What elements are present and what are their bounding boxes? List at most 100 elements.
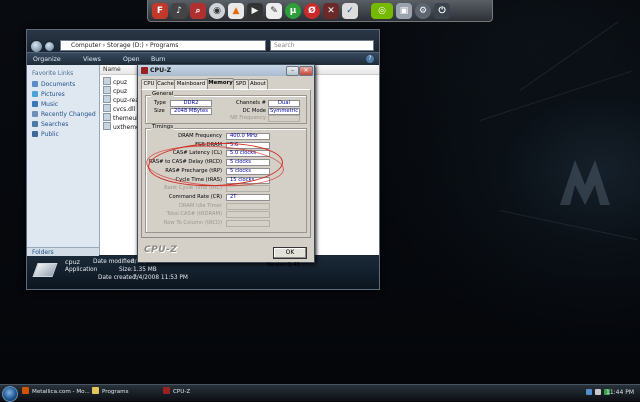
timing-label: DRAM Frequency xyxy=(178,133,222,139)
taskbar: Metallica.com - Mo... Programs CPU-Z 11:… xyxy=(0,384,640,402)
nb-frequency-value xyxy=(268,115,300,122)
nero-icon[interactable]: ▶ xyxy=(247,2,263,19)
taskbar-item-cpuz[interactable]: CPU-Z xyxy=(163,387,190,398)
timing-value: 2T xyxy=(226,193,270,201)
timing-label: FSB:DRAM xyxy=(195,141,222,148)
details-size-value: 1.35 MB xyxy=(133,267,157,273)
gear-icon[interactable]: ⚙ xyxy=(415,2,431,19)
burn-button[interactable]: Burn xyxy=(151,55,166,64)
organize-button[interactable]: Organize xyxy=(33,55,61,64)
file-icon xyxy=(103,113,111,121)
timing-label: Total CAS# (tRDRAM) xyxy=(166,211,222,218)
clock: 11:44 PM xyxy=(606,389,634,396)
network-icon[interactable] xyxy=(586,389,592,395)
cpuz-logo: CPU-Z xyxy=(144,245,178,255)
type-label: Type xyxy=(154,100,166,106)
details-name: cpuz xyxy=(65,258,80,266)
tab-cache[interactable]: Cache xyxy=(156,79,175,89)
nb-frequency-label: NB Frequency xyxy=(230,115,266,121)
close-button[interactable]: ✕ xyxy=(299,66,313,76)
search-icon[interactable]: ⌕ xyxy=(190,2,206,19)
firefox-icon[interactable]: F xyxy=(152,2,168,19)
file-icon xyxy=(103,77,111,85)
disc-icon[interactable]: ◉ xyxy=(209,2,225,19)
size-value: 2048 MBytes xyxy=(170,108,212,115)
search-input[interactable]: Search xyxy=(270,40,374,51)
details-type: Application xyxy=(65,267,98,273)
timing-value: 5 clocks xyxy=(226,159,270,167)
help-icon[interactable]: ? xyxy=(366,55,374,63)
size-label: Size xyxy=(154,108,165,114)
open-button[interactable]: Open xyxy=(123,55,140,64)
timing-label: CAS# Latency (CL) xyxy=(172,150,222,157)
timing-label: RAS# to CAS# Delay (tRCD) xyxy=(148,159,222,166)
cpuz-title: CPU-Z xyxy=(150,67,172,74)
wallpaper-logo-icon xyxy=(560,160,610,205)
nav-item-searches[interactable]: Searches xyxy=(32,121,68,129)
settings-icon[interactable]: ✓ xyxy=(342,2,358,19)
taskbar-item-programs[interactable]: Programs xyxy=(92,387,129,398)
nav-item-public[interactable]: Public xyxy=(32,131,59,139)
timing-value: 15 clocks xyxy=(226,176,270,184)
media-icon[interactable]: ♪ xyxy=(171,2,187,19)
details-size-label: Size: xyxy=(119,267,133,273)
timing-value xyxy=(226,185,270,193)
tab-mainboard[interactable]: Mainboard xyxy=(174,79,208,89)
public-icon xyxy=(32,131,38,137)
nav-item-pictures[interactable]: Pictures xyxy=(32,91,65,99)
details-created-label: Date created: xyxy=(98,275,138,281)
nav-item-music[interactable]: Music xyxy=(32,101,58,109)
wallpaper-streak xyxy=(479,70,633,121)
timing-label: DRAM Idle Timer xyxy=(179,202,222,209)
file-icon xyxy=(103,86,111,94)
timing-label: Bank Cycle Time (tRC) xyxy=(164,185,222,192)
folder-icon xyxy=(92,387,99,394)
details-modified-label: Date modified: xyxy=(93,259,137,265)
tab-about[interactable]: About xyxy=(248,79,268,89)
file-icon xyxy=(103,104,111,112)
cpuz-titlebar[interactable]: CPU-Z – ✕ xyxy=(138,65,314,76)
folders-toggle[interactable]: Folders xyxy=(27,247,99,256)
taskbar-item-metallica[interactable]: Metallica.com - Mo... xyxy=(22,387,90,398)
general-title: General xyxy=(151,91,175,97)
timing-value xyxy=(226,202,270,210)
tab-spd[interactable]: SPD xyxy=(233,79,249,89)
power-icon[interactable]: ⏻ xyxy=(434,2,450,19)
timing-value xyxy=(226,220,270,227)
timing-label: Cycle Time (tRAS) xyxy=(175,176,223,183)
address-bar[interactable]: Computer › Storage (D:) › Programs xyxy=(60,40,266,51)
cpuz-window: CPU-Z – ✕ CPU Cache Mainboard Memory SPD… xyxy=(137,64,315,268)
views-button[interactable]: Views xyxy=(83,55,101,64)
winamp-icon[interactable]: μ xyxy=(285,2,301,19)
nav-item-documents[interactable]: Documents xyxy=(32,81,75,89)
timing-label: RAS# Precharge (tRP) xyxy=(165,167,222,174)
minimize-button[interactable]: – xyxy=(286,66,299,76)
tools-icon[interactable]: ✕ xyxy=(323,2,339,19)
cpuz-app-icon xyxy=(141,67,148,74)
opera-icon[interactable]: Ø xyxy=(304,2,320,19)
nvidia-icon[interactable]: ◎ xyxy=(371,2,393,19)
timing-label: Command Rate (CR) xyxy=(168,193,222,200)
general-group: General Type DDR2 Size 2048 MBytes Chann… xyxy=(145,91,307,124)
timing-label: Row To Column (tRCD) xyxy=(163,220,222,226)
firefox-icon xyxy=(22,387,29,394)
nav-item-recently-changed[interactable]: Recently Changed xyxy=(32,111,96,119)
recent-icon xyxy=(32,111,38,117)
music-icon xyxy=(32,101,38,107)
favorite-links-header: Favorite Links xyxy=(32,70,74,77)
documents-icon xyxy=(32,81,38,87)
pictures-icon xyxy=(32,91,38,97)
version-label: Version 1.46 xyxy=(266,262,300,268)
volume-icon[interactable] xyxy=(595,389,601,395)
file-icon xyxy=(103,95,111,103)
memory-panel: General Type DDR2 Size 2048 MBytes Chann… xyxy=(141,89,311,268)
ok-button[interactable]: OK xyxy=(273,247,307,259)
utorrent-icon[interactable]: ✎ xyxy=(266,2,282,19)
file-icon xyxy=(103,122,111,130)
dock-bar: F ♪ ⌕ ◉ ▲ ▶ ✎ μ Ø ✕ ✓ ◎ ▣ ⚙ ⏻ xyxy=(147,0,493,22)
display-icon[interactable]: ▣ xyxy=(396,2,412,19)
tab-cpu[interactable]: CPU xyxy=(141,79,157,89)
forward-button[interactable] xyxy=(44,41,55,52)
vlc-icon[interactable]: ▲ xyxy=(228,2,244,19)
channels-value: Dual xyxy=(268,100,300,107)
